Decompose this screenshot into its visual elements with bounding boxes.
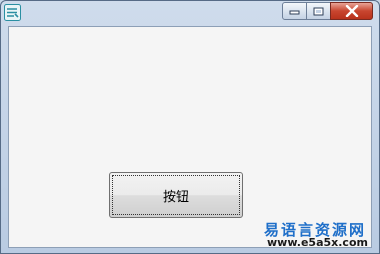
app-logo-icon[interactable] bbox=[4, 4, 21, 21]
title-bar[interactable] bbox=[1, 1, 379, 25]
caption-buttons bbox=[282, 2, 373, 20]
client-area: 按钮 bbox=[8, 26, 372, 248]
minimize-icon bbox=[289, 10, 300, 15]
maximize-button[interactable] bbox=[306, 2, 331, 20]
push-button[interactable]: 按钮 bbox=[109, 172, 243, 218]
app-window: 按钮 易语言资源网 www.e5a5x.com bbox=[0, 0, 380, 254]
watermark-url: www.e5a5x.com bbox=[267, 236, 368, 249]
close-icon bbox=[345, 5, 358, 17]
minimize-button[interactable] bbox=[282, 2, 307, 20]
close-button[interactable] bbox=[330, 2, 373, 20]
maximize-icon bbox=[313, 7, 324, 15]
